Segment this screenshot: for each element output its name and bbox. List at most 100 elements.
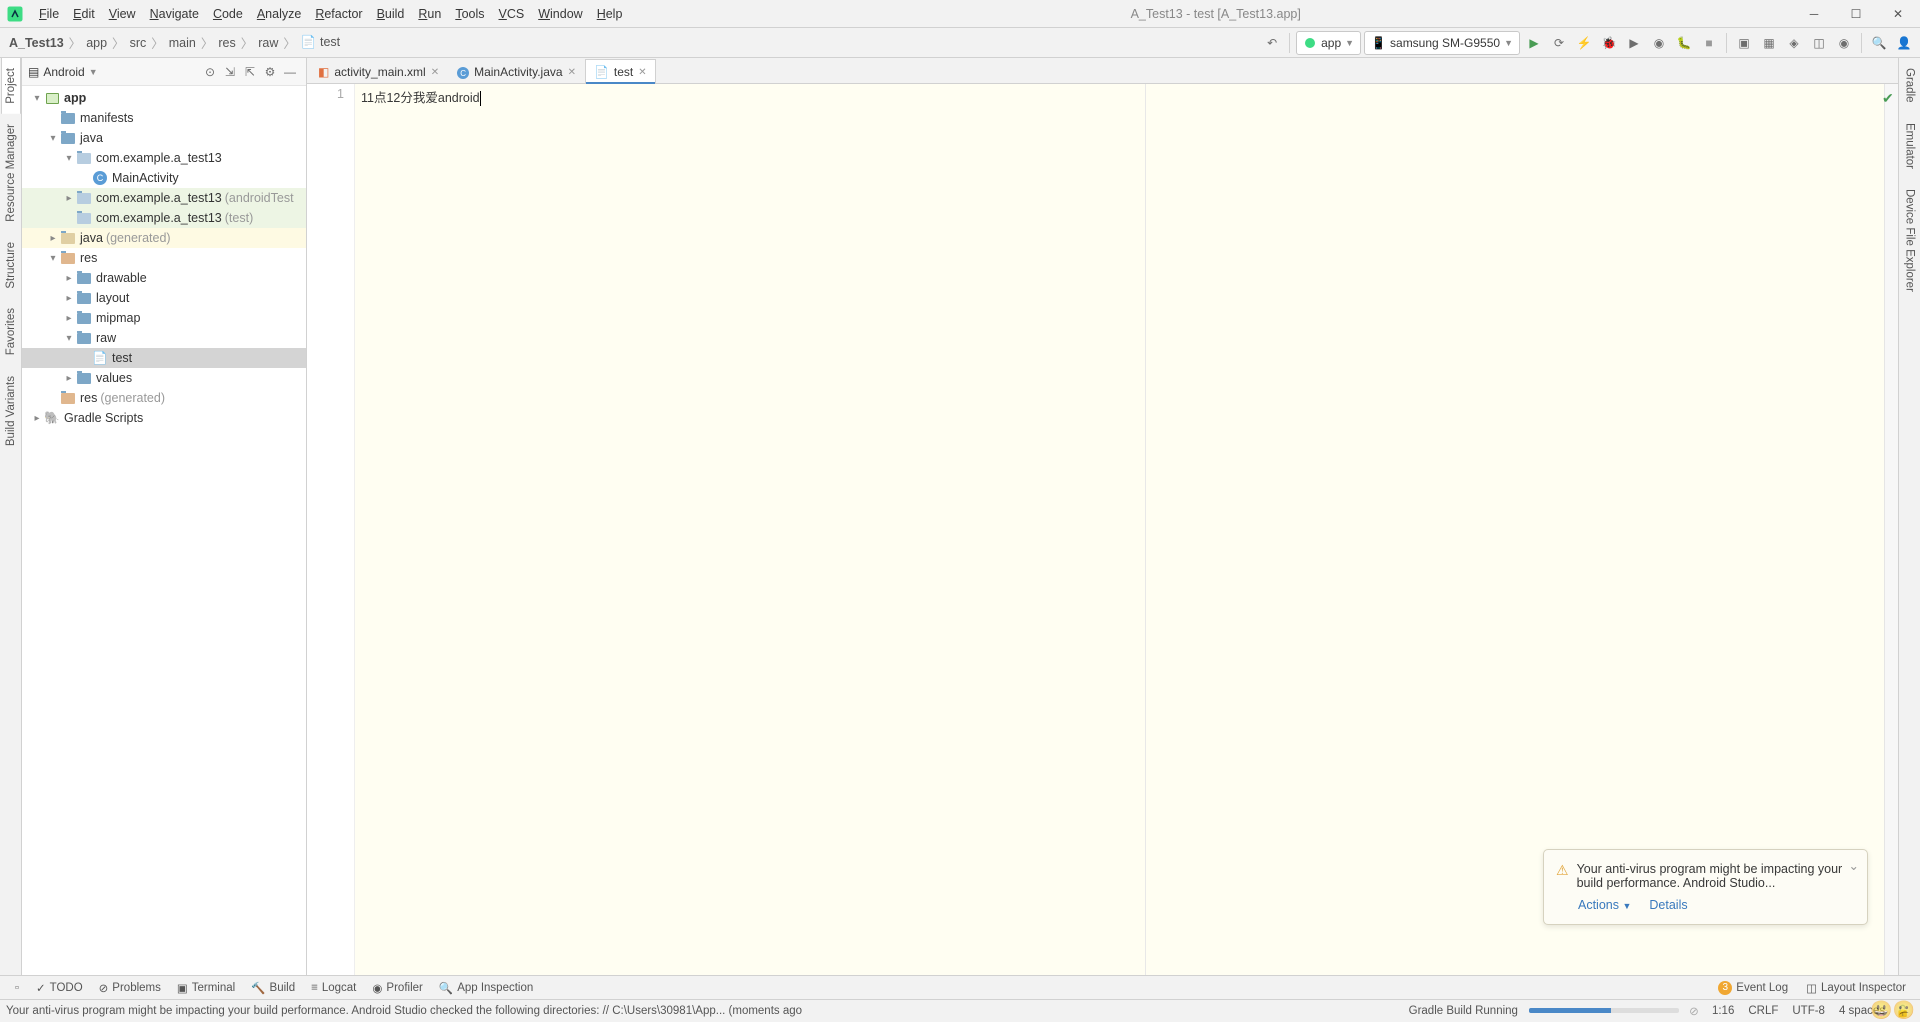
- project-view-selector[interactable]: Android: [43, 65, 88, 79]
- tree-row[interactable]: ▾java: [22, 128, 306, 148]
- stop-icon[interactable]: ■: [1698, 32, 1720, 54]
- bottom-tab-logcat[interactable]: ≡Logcat: [303, 979, 364, 997]
- tool-tab-emulator[interactable]: Emulator: [1901, 113, 1919, 179]
- bottom-tab-terminal[interactable]: ▣Terminal: [169, 979, 243, 997]
- menu-file[interactable]: File: [32, 4, 66, 24]
- notif-action-actions[interactable]: Actions ▼: [1578, 898, 1631, 912]
- code-editor[interactable]: 11点12分我爱android: [355, 84, 1884, 975]
- collapse-all-icon[interactable]: ⇱: [240, 62, 260, 82]
- menu-analyze[interactable]: Analyze: [250, 4, 308, 24]
- cursor-position[interactable]: 1:16: [1705, 1005, 1741, 1017]
- tree-row[interactable]: ▾com.example.a_test13: [22, 148, 306, 168]
- minimize-button[interactable]: ─: [1802, 5, 1826, 23]
- event-log-tab[interactable]: 3 Event Log: [1710, 979, 1796, 997]
- menu-view[interactable]: View: [102, 4, 143, 24]
- cancel-build-icon[interactable]: ⊘: [1683, 1000, 1705, 1022]
- collapse-icon[interactable]: ⌄: [1849, 858, 1859, 873]
- menu-refactor[interactable]: Refactor: [308, 4, 369, 24]
- nav-back-icon[interactable]: ↶: [1261, 32, 1283, 54]
- tree-arrow-icon[interactable]: ▸: [30, 413, 44, 424]
- run-config-selector[interactable]: app ▼: [1296, 31, 1361, 55]
- crumb[interactable]: src: [126, 36, 151, 50]
- tree-arrow-icon[interactable]: ▸: [62, 193, 76, 204]
- tree-row[interactable]: ▸values: [22, 368, 306, 388]
- menu-edit[interactable]: Edit: [66, 4, 102, 24]
- menu-navigate[interactable]: Navigate: [143, 4, 206, 24]
- tree-row[interactable]: manifests: [22, 108, 306, 128]
- tree-arrow-icon[interactable]: ▸: [62, 293, 76, 304]
- apply-changes-icon[interactable]: ⟳: [1548, 32, 1570, 54]
- run-icon[interactable]: ▶: [1523, 32, 1545, 54]
- build-status[interactable]: Gradle Build Running: [1402, 1005, 1525, 1017]
- crumb[interactable]: 📄 test: [297, 35, 344, 50]
- profile-icon[interactable]: ◉: [1648, 32, 1670, 54]
- tool-tab-device-file-explorer[interactable]: Device File Explorer: [1901, 179, 1919, 302]
- tool-tab-build-variants[interactable]: Build Variants: [2, 366, 20, 456]
- tree-arrow-icon[interactable]: ▾: [62, 333, 76, 344]
- tree-row[interactable]: ▸mipmap: [22, 308, 306, 328]
- file-encoding[interactable]: UTF-8: [1785, 1005, 1832, 1017]
- expand-all-icon[interactable]: ⇲: [220, 62, 240, 82]
- menu-build[interactable]: Build: [370, 4, 412, 24]
- attach-debugger-icon[interactable]: 🐛: [1673, 32, 1695, 54]
- layout-insp-icon[interactable]: ◫: [1808, 32, 1830, 54]
- crumb[interactable]: main: [165, 36, 200, 50]
- close-tab-icon[interactable]: ✕: [568, 67, 576, 78]
- tree-row[interactable]: res(generated): [22, 388, 306, 408]
- menu-help[interactable]: Help: [590, 4, 630, 24]
- notif-action-details[interactable]: Details: [1649, 898, 1687, 912]
- tool-window-icon[interactable]: ▫: [6, 977, 28, 999]
- crumb[interactable]: res: [214, 36, 239, 50]
- search-icon[interactable]: 🔍: [1868, 32, 1890, 54]
- tree-row[interactable]: 📄test: [22, 348, 306, 368]
- tree-row[interactable]: ▾raw: [22, 328, 306, 348]
- emulator-icon[interactable]: ◉: [1833, 32, 1855, 54]
- tool-tab-project[interactable]: Project: [1, 58, 21, 114]
- hide-icon[interactable]: —: [280, 62, 300, 82]
- tree-arrow-icon[interactable]: ▸: [62, 273, 76, 284]
- editor-tab[interactable]: CMainActivity.java✕: [448, 59, 585, 84]
- tool-tab-favorites[interactable]: Favorites: [2, 298, 20, 365]
- tree-row[interactable]: ▾res: [22, 248, 306, 268]
- tree-row[interactable]: com.example.a_test13(test): [22, 208, 306, 228]
- coverage-icon[interactable]: ▶: [1623, 32, 1645, 54]
- avd-icon[interactable]: ▣: [1733, 32, 1755, 54]
- select-file-icon[interactable]: ⊙: [200, 62, 220, 82]
- gear-icon[interactable]: ⚙: [260, 62, 280, 82]
- tree-arrow-icon[interactable]: ▾: [62, 153, 76, 164]
- tree-arrow-icon[interactable]: ▾: [30, 93, 44, 104]
- project-tree[interactable]: ▾appmanifests▾java▾com.example.a_test13C…: [22, 86, 306, 975]
- tree-row[interactable]: ▸layout: [22, 288, 306, 308]
- crumb[interactable]: raw: [254, 36, 282, 50]
- layout-inspector-tab[interactable]: ◫ Layout Inspector: [1798, 979, 1914, 997]
- bottom-tab-todo[interactable]: ✓TODO: [28, 979, 91, 997]
- tree-row[interactable]: ▸drawable: [22, 268, 306, 288]
- resource-mgr-icon[interactable]: ◈: [1783, 32, 1805, 54]
- menu-vcs[interactable]: VCS: [492, 4, 532, 24]
- menu-code[interactable]: Code: [206, 4, 250, 24]
- editor-tab[interactable]: 📄test✕: [585, 59, 656, 84]
- tree-row[interactable]: CMainActivity: [22, 168, 306, 188]
- tree-arrow-icon[interactable]: ▸: [46, 233, 60, 244]
- crumb[interactable]: A_Test13: [5, 36, 68, 50]
- tree-row[interactable]: ▸com.example.a_test13(androidTest: [22, 188, 306, 208]
- editor-tab[interactable]: ◧activity_main.xml✕: [309, 59, 448, 84]
- tree-arrow-icon[interactable]: ▾: [46, 133, 60, 144]
- tree-row[interactable]: ▸🐘Gradle Scripts: [22, 408, 306, 428]
- menu-window[interactable]: Window: [531, 4, 589, 24]
- bottom-tab-app-inspection[interactable]: 🔍App Inspection: [431, 979, 541, 997]
- line-separator[interactable]: CRLF: [1741, 1005, 1785, 1017]
- sdk-icon[interactable]: ▦: [1758, 32, 1780, 54]
- tool-tab-resource-manager[interactable]: Resource Manager: [2, 114, 20, 232]
- bottom-tab-build[interactable]: 🔨Build: [243, 979, 303, 997]
- debug-icon[interactable]: 🐞: [1598, 32, 1620, 54]
- tree-arrow-icon[interactable]: ▾: [46, 253, 60, 264]
- bottom-tab-profiler[interactable]: ◉Profiler: [364, 979, 430, 997]
- close-tab-icon[interactable]: ✕: [431, 67, 439, 78]
- maximize-button[interactable]: ☐: [1844, 5, 1868, 23]
- settings-icon[interactable]: 👤: [1893, 32, 1915, 54]
- menu-run[interactable]: Run: [411, 4, 448, 24]
- tree-arrow-icon[interactable]: ▸: [62, 373, 76, 384]
- tree-arrow-icon[interactable]: ▸: [62, 313, 76, 324]
- close-tab-icon[interactable]: ✕: [638, 67, 646, 78]
